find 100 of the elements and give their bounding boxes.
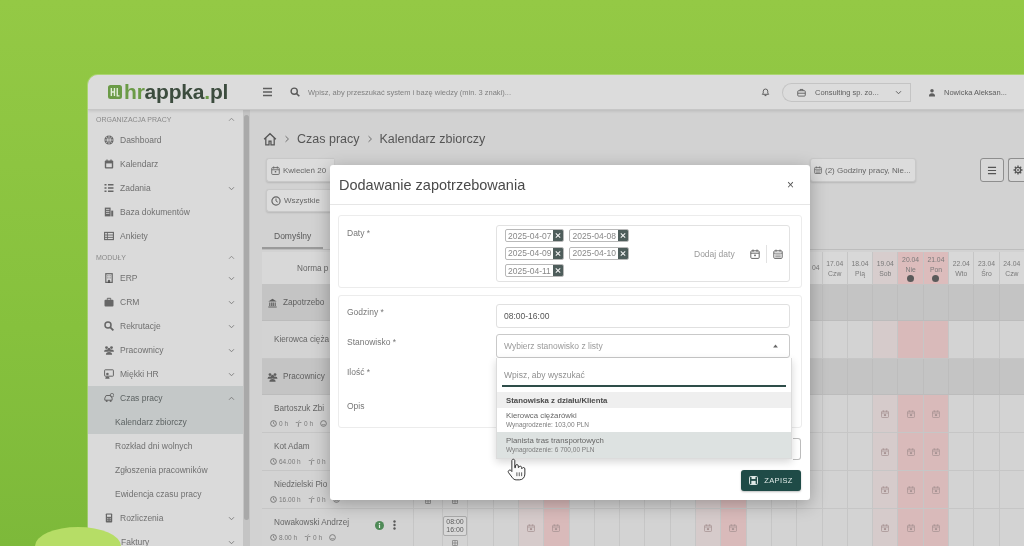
- document-icon: [104, 207, 114, 217]
- clock-icon: [270, 534, 277, 541]
- home-icon[interactable]: [263, 131, 277, 146]
- date-field[interactable]: 2025-04-07 2025-04-08 2025-04-09 2025-04-10 2025-04-11 Dodaj daty: [496, 225, 790, 282]
- form-icon: [104, 231, 114, 241]
- monitor-icon: [104, 369, 114, 379]
- briefcase-icon: [797, 87, 806, 97]
- person-icon: [928, 87, 936, 97]
- calendar-icon: [814, 166, 822, 174]
- position-select[interactable]: Wybierz stanowisko z listy: [496, 334, 790, 358]
- gear-icon: [1013, 165, 1023, 175]
- dot-icon: [932, 274, 940, 282]
- sidebar-item[interactable]: Baza dokumentów: [88, 200, 243, 224]
- palm-tree-icon: [304, 534, 312, 541]
- list-icon: [104, 183, 114, 193]
- dialog-title: Dodawanie zapotrzebowania: [339, 176, 526, 193]
- close-icon[interactable]: [617, 230, 628, 241]
- people-icon: [267, 371, 278, 382]
- palm-tree-icon: [307, 496, 315, 503]
- calendar-icon: [931, 447, 940, 456]
- calendar-icon: [881, 523, 890, 532]
- calendar-icon: [729, 523, 738, 532]
- date-chip[interactable]: 2025-04-10: [569, 246, 629, 260]
- close-icon[interactable]: [553, 230, 564, 241]
- sidebar-item[interactable]: Faktury: [121, 530, 243, 546]
- calendar-icon: [104, 159, 114, 169]
- calendar-icon: [552, 523, 561, 532]
- sidebar-item[interactable]: ERP: [88, 266, 243, 290]
- filter-button[interactable]: Kwiecień 20: [266, 158, 334, 182]
- sidebar-item[interactable]: Rozliczenia: [88, 506, 243, 530]
- calendar-icon[interactable]: [750, 248, 760, 259]
- calendar-icon: [906, 447, 915, 456]
- sidebar-item[interactable]: Ankiety: [88, 224, 243, 248]
- briefcase-icon: [104, 297, 114, 307]
- sidebar-item[interactable]: Dashboard: [88, 128, 243, 152]
- clock-icon: [270, 420, 277, 427]
- breadcrumb-item[interactable]: Czas pracy: [297, 131, 360, 146]
- close-button[interactable]: ×: [785, 178, 796, 191]
- sidebar-item[interactable]: Pracownicy: [88, 338, 243, 362]
- calendar-icon[interactable]: [773, 248, 783, 259]
- close-icon[interactable]: [617, 247, 628, 259]
- menu-icon[interactable]: [262, 87, 273, 97]
- breadcrumb-item: Kalendarz zbiorczy: [379, 131, 486, 146]
- logo-text: hrappka.pl: [124, 81, 229, 103]
- clock-icon: [271, 195, 281, 206]
- sidebar-item[interactable]: Rekrutacje: [88, 314, 243, 338]
- employee-name: Kot Adam: [273, 442, 311, 452]
- search-field[interactable]: Wpisz, aby wyszukać: [502, 365, 786, 387]
- sidebar-subitem[interactable]: Zgłoszenia pracowników: [88, 458, 243, 482]
- logo-icon: [108, 85, 122, 99]
- field-label: Daty *: [347, 227, 372, 240]
- position-name: Kierowca cięża: [274, 335, 330, 344]
- sidebar-item[interactable]: Kalendarz: [88, 152, 243, 176]
- scrollbar[interactable]: [243, 110, 250, 546]
- date-chip[interactable]: 2025-04-11: [505, 264, 564, 277]
- chevron-right-icon: [283, 134, 291, 143]
- dot-icon: [907, 274, 915, 282]
- calculator-icon: [104, 513, 114, 523]
- people-icon: [104, 345, 114, 355]
- palm-tree-icon: [307, 458, 315, 465]
- close-icon[interactable]: [553, 247, 564, 259]
- clock-icon: [270, 458, 277, 465]
- sidebar-subitem[interactable]: Ewidencja czasu pracy: [88, 482, 243, 506]
- calendar-icon: [881, 447, 890, 456]
- field-label: Opis: [347, 400, 366, 413]
- sidebar-item[interactable]: Miękki HR: [88, 362, 243, 386]
- tab[interactable]: Domyślny: [262, 225, 324, 249]
- bell-icon[interactable]: [761, 87, 770, 97]
- settings-button[interactable]: [1008, 158, 1024, 182]
- close-icon[interactable]: [552, 265, 563, 276]
- grid-icon: [452, 498, 459, 504]
- field-label: Ilość *: [347, 366, 372, 379]
- more-icon[interactable]: [393, 520, 396, 530]
- employee-name: Nowakowski Andrzej: [273, 518, 350, 528]
- view-menu-button[interactable]: [980, 158, 1004, 182]
- date-input[interactable]: Dodaj daty: [694, 248, 740, 259]
- section-title: Zapotrzebo: [283, 298, 325, 307]
- date-chip[interactable]: 2025-04-08: [569, 229, 629, 242]
- calendar-icon: [931, 485, 940, 494]
- calendar-icon: [271, 165, 280, 175]
- sidebar-item[interactable]: Zadania: [88, 176, 243, 200]
- date-chip[interactable]: 2025-04-09: [505, 246, 565, 260]
- employee-name: Niedzielski Pio: [273, 480, 329, 490]
- field-label: Stanowisko *: [347, 336, 398, 349]
- calendar-icon: [906, 523, 915, 532]
- globe-icon: [104, 135, 114, 145]
- employee-name: Bartoszuk Zbi: [273, 404, 326, 414]
- date-chip[interactable]: 2025-04-07: [505, 229, 565, 242]
- info-icon[interactable]: [375, 520, 384, 530]
- sidebar-subitem[interactable]: Kalendarz zbiorczy: [88, 410, 243, 434]
- calendar-icon: [931, 409, 940, 418]
- filter-button[interactable]: (2) Godziny pracy, Nie...: [810, 158, 916, 182]
- sidebar-subitem[interactable]: Rozkład dni wolnych: [88, 434, 243, 458]
- calendar-icon: [906, 485, 915, 494]
- calendar-icon: [704, 523, 713, 532]
- sidebar-item[interactable]: CRM: [88, 290, 243, 314]
- magnifier-icon: [104, 321, 114, 331]
- sidebar-item[interactable]: Czas pracy: [88, 386, 243, 410]
- hours-field[interactable]: 08:00-16:00: [496, 304, 790, 328]
- chevron-right-icon: [365, 134, 374, 143]
